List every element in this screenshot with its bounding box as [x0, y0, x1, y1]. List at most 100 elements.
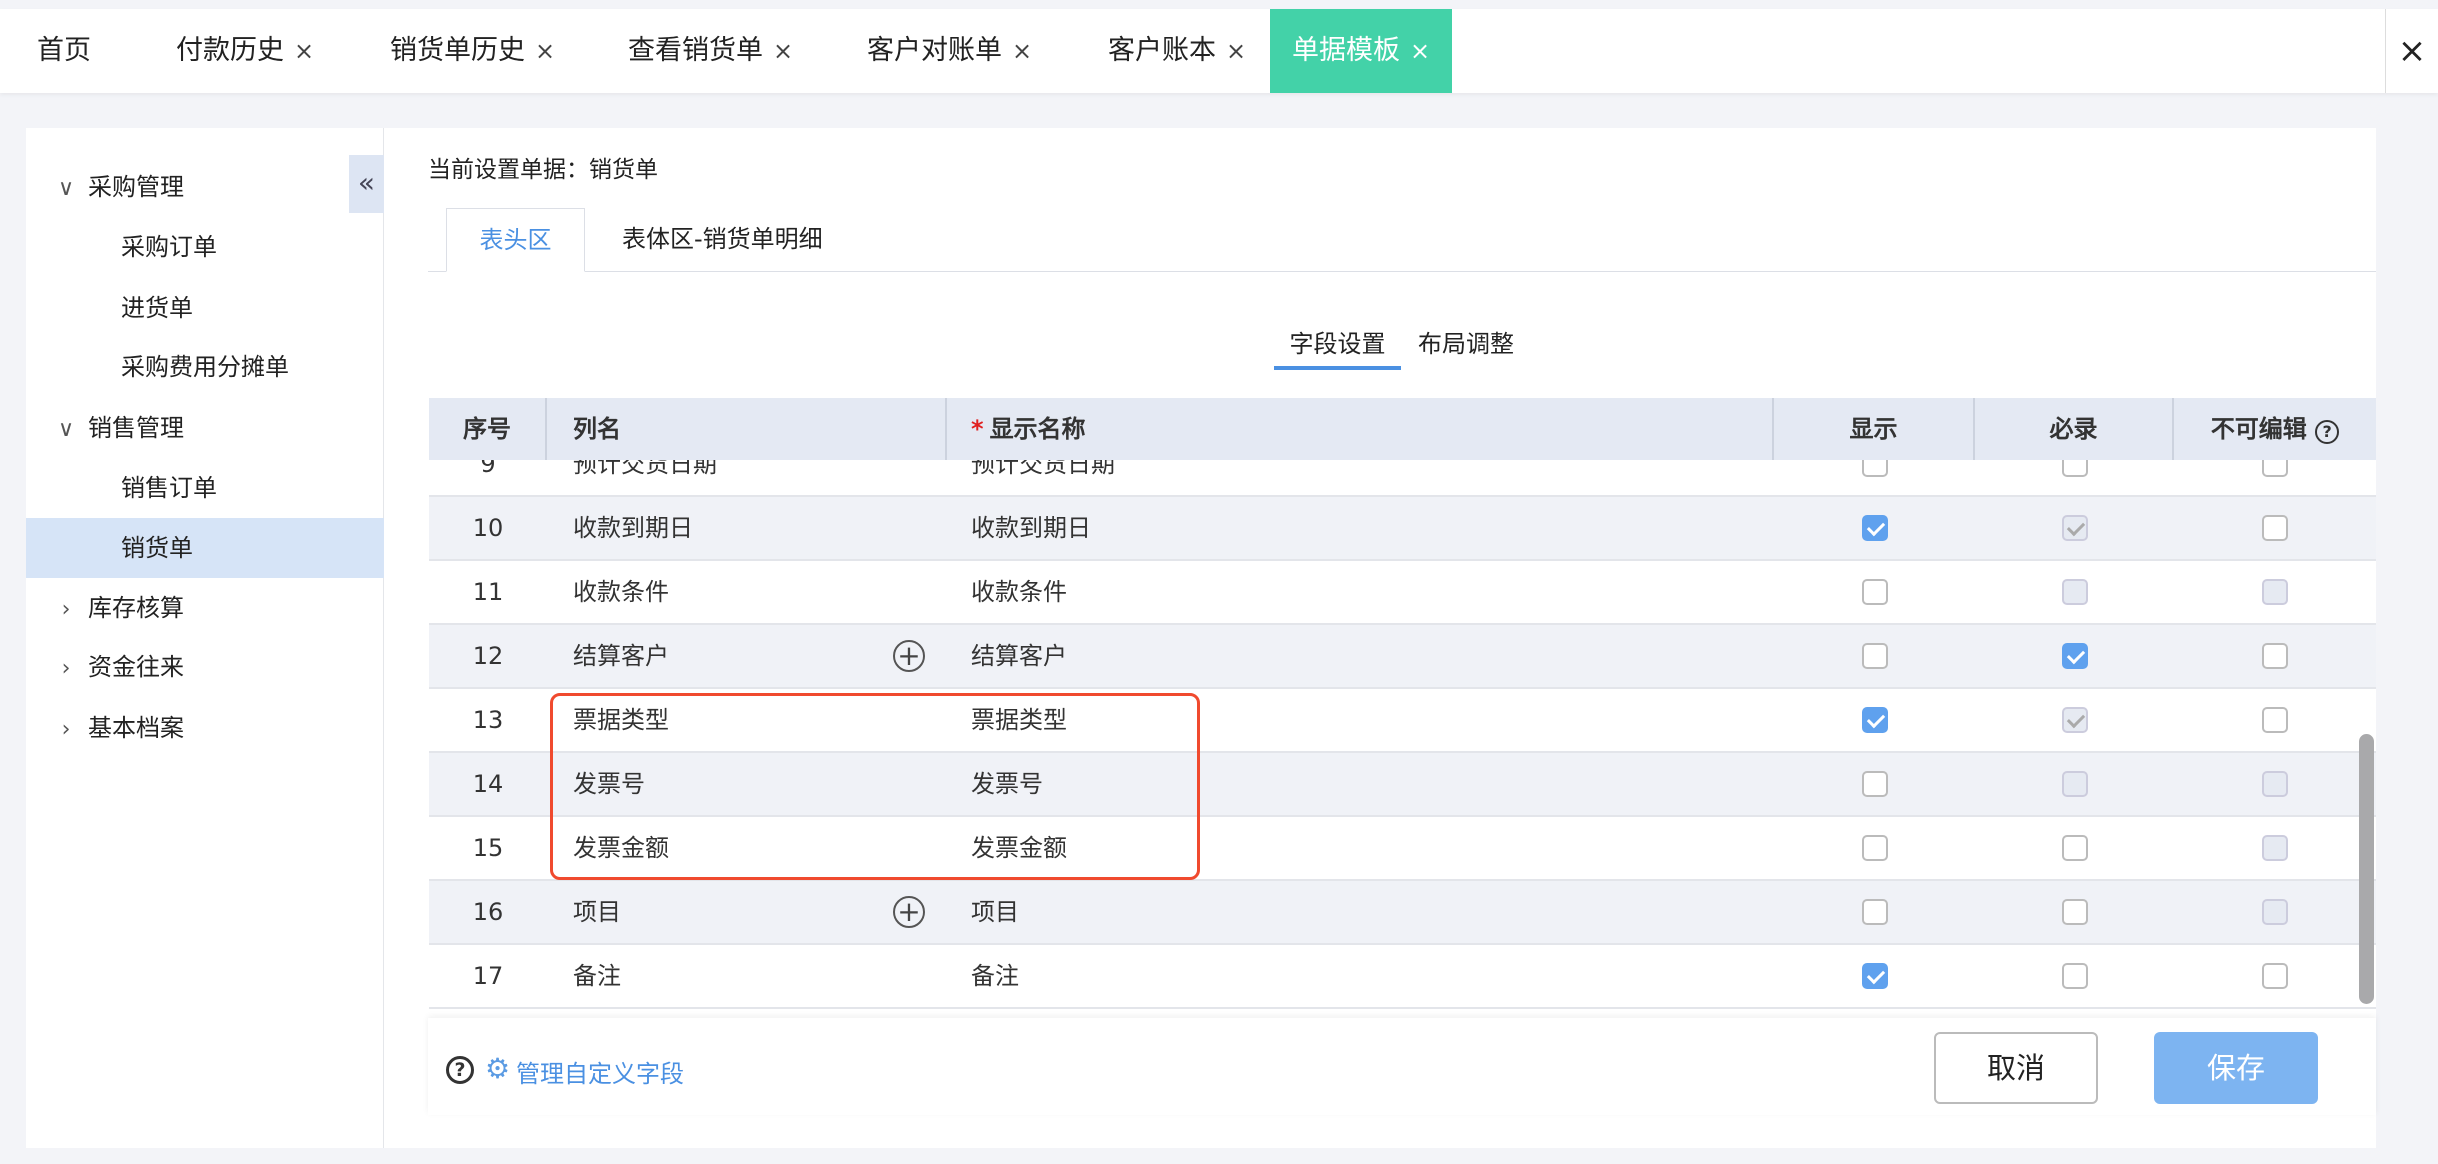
checkbox-show[interactable] — [1861, 643, 1888, 669]
tab-0[interactable]: 首页 — [37, 9, 91, 93]
sidebar-item[interactable]: 采购订单 — [26, 217, 384, 277]
cell-readonly — [2174, 460, 2376, 495]
close-tab-icon[interactable]: × — [294, 37, 314, 65]
checkbox-readonly[interactable] — [2262, 579, 2288, 605]
cell-no: 14 — [472, 770, 504, 798]
tab-5[interactable]: 客户账本 × — [1108, 9, 1246, 93]
col-seq: 序号 — [429, 398, 547, 460]
checkbox-required[interactable] — [2061, 771, 2088, 797]
checkbox-required[interactable] — [2061, 899, 2088, 925]
checkbox-show[interactable] — [1861, 963, 1888, 989]
checkbox-show[interactable] — [1861, 835, 1888, 861]
manage-custom-fields-link[interactable]: 管理自定义字段 — [516, 1054, 684, 1089]
close-tab-icon[interactable]: × — [535, 37, 555, 65]
cell-no: 13 — [472, 706, 504, 734]
collapse-sidebar-icon[interactable]: « — [349, 155, 384, 213]
close-tab-icon[interactable]: × — [1410, 37, 1430, 65]
tab-header-area[interactable]: 表头区 — [446, 208, 585, 272]
cell-display[interactable]: 备注 — [947, 945, 1774, 1007]
checkbox-required[interactable] — [2061, 643, 2088, 669]
subtab-field-settings[interactable]: 字段设置 — [1274, 324, 1401, 359]
cell-readonly — [2174, 497, 2376, 559]
checkbox-show[interactable] — [1861, 515, 1888, 541]
table-row: 17 备注 备注 — [429, 945, 2376, 1009]
checkbox-readonly[interactable] — [2262, 963, 2288, 989]
tab-4[interactable]: 客户对账单 × — [867, 9, 1032, 93]
cell-display[interactable]: 收款条件 — [947, 561, 1774, 623]
checkbox-required[interactable] — [2061, 835, 2088, 861]
checkbox-show[interactable] — [1861, 771, 1888, 797]
checkbox-readonly[interactable] — [2262, 643, 2288, 669]
column-name: 备注 — [573, 962, 621, 990]
checkbox-required[interactable] — [2061, 460, 2088, 477]
subtab-layout[interactable]: 布局调整 — [1418, 324, 1514, 359]
checkbox-show[interactable] — [1861, 899, 1888, 925]
cell-readonly — [2174, 945, 2376, 1007]
cell-required — [1975, 561, 2174, 623]
save-button[interactable]: 保存 — [2154, 1032, 2318, 1104]
checkbox-show[interactable] — [1861, 707, 1888, 733]
sidebar-item-label: 采购管理 — [88, 173, 184, 201]
cancel-button[interactable]: 取消 — [1934, 1032, 2098, 1104]
checkbox-required[interactable] — [2061, 515, 2088, 541]
cell-name: 结算客户 + — [547, 625, 947, 687]
sidebar-item[interactable]: › 资金往来 — [26, 637, 384, 697]
checkbox-readonly[interactable] — [2262, 515, 2288, 541]
sidebar-item[interactable]: 采购费用分摊单 — [26, 337, 384, 397]
tab-6[interactable]: 单据模板 × — [1270, 9, 1453, 93]
cell-required — [1975, 945, 2174, 1007]
close-tab-icon[interactable]: × — [1012, 37, 1032, 65]
cell-no: 17 — [472, 962, 504, 990]
checkbox-readonly[interactable] — [2262, 771, 2288, 797]
tab-body-area[interactable]: 表体区-销货单明细 — [622, 208, 823, 272]
close-tab-icon[interactable]: × — [773, 37, 793, 65]
tab-3[interactable]: 查看销货单 × — [628, 9, 793, 93]
table-row: 11 收款条件 收款条件 — [429, 561, 2376, 625]
checkbox-readonly[interactable] — [2262, 707, 2288, 733]
sidebar-item[interactable]: 销货单 — [26, 518, 384, 578]
cell-name: 收款到期日 — [547, 497, 947, 559]
checkbox-readonly[interactable] — [2262, 899, 2288, 925]
plus-circle-icon[interactable]: + — [893, 640, 925, 672]
sidebar-item[interactable]: › 库存核算 — [26, 578, 384, 638]
help-icon[interactable]: ? — [2315, 420, 2340, 444]
sidebar-item[interactable]: › 基本档案 — [26, 698, 384, 758]
col-required: 必录 — [1975, 398, 2174, 460]
cell-show — [1774, 881, 1975, 943]
cell-display[interactable]: 项目 — [947, 881, 1774, 943]
sidebar-item-label: 销售管理 — [88, 414, 184, 442]
cell-show — [1774, 817, 1975, 879]
checkbox-readonly[interactable] — [2262, 835, 2288, 861]
sidebar-item-label: 销货单 — [121, 534, 193, 562]
checkbox-readonly[interactable] — [2262, 460, 2288, 477]
current-document-label: 当前设置单据：销货单 — [428, 157, 658, 183]
sidebar-item[interactable]: 销售订单 — [26, 458, 384, 518]
gear-icon[interactable]: ⚙ — [485, 1052, 510, 1085]
sidebar-item[interactable]: ∨ 销售管理 — [26, 398, 384, 458]
tab-2[interactable]: 销货单历史 × — [390, 9, 555, 93]
close-icon[interactable]: × — [2385, 9, 2438, 93]
col-name: 列名 — [547, 398, 947, 460]
close-tab-icon[interactable]: × — [1226, 37, 1246, 65]
scrollbar[interactable] — [2359, 734, 2374, 1004]
plus-circle-icon[interactable]: + — [893, 896, 925, 928]
cell-display[interactable]: 结算客户 — [947, 625, 1774, 687]
checkbox-show[interactable] — [1861, 460, 1888, 477]
highlight-box — [550, 693, 1200, 880]
sidebar-item-label: 采购费用分摊单 — [121, 353, 289, 381]
cell-display[interactable]: 预计交货日期 — [947, 460, 1774, 495]
sidebar-item[interactable]: ∨ 采购管理 — [26, 157, 384, 217]
checkbox-required[interactable] — [2061, 579, 2088, 605]
checkbox-required[interactable] — [2061, 707, 2088, 733]
checkbox-show[interactable] — [1861, 579, 1888, 605]
checkbox-required[interactable] — [2061, 963, 2088, 989]
help-icon[interactable]: ? — [446, 1056, 474, 1084]
col-readonly-label: 不可编辑 — [2210, 415, 2307, 443]
cell-display[interactable]: 收款到期日 — [947, 497, 1774, 559]
cell-show — [1774, 945, 1975, 1007]
table-header: 序号 列名 * 显示名称 显示 必录 不可编辑 ? — [429, 398, 2376, 460]
column-name: 项目 — [573, 898, 621, 926]
tab-1[interactable]: 付款历史 × — [176, 9, 314, 93]
cell-show — [1774, 497, 1975, 559]
sidebar-item[interactable]: 进货单 — [26, 278, 384, 338]
